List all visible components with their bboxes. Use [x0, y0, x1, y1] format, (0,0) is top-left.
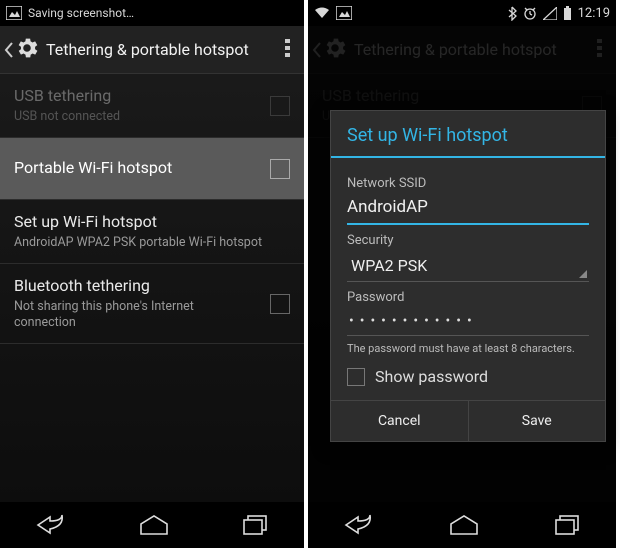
signal-icon	[543, 7, 557, 20]
dialog-title: Set up Wi-Fi hotspot	[331, 111, 605, 156]
status-text: Saving screenshot…	[28, 6, 134, 20]
cancel-button[interactable]: Cancel	[331, 401, 469, 441]
ssid-label: Network SSID	[347, 176, 589, 191]
checkbox[interactable]	[347, 368, 365, 386]
security-value: WPA2 PSK	[351, 256, 427, 275]
nav-back-button[interactable]	[36, 514, 66, 536]
dropdown-icon	[579, 270, 587, 278]
save-button[interactable]: Save	[469, 401, 606, 441]
settings-list: USB tethering USB not connected Portable…	[0, 74, 304, 502]
checkbox[interactable]	[270, 159, 290, 179]
status-bar: 12:19	[308, 0, 616, 26]
nav-bar	[0, 502, 304, 548]
nav-recent-button[interactable]	[554, 514, 580, 536]
nav-recent-button[interactable]	[242, 514, 268, 536]
alarm-icon	[523, 6, 537, 20]
row-title: USB tethering	[14, 86, 258, 107]
phone-screen-right: 12:19 Tethering & portable hotspot USB t…	[308, 0, 616, 548]
row-title: Set up Wi-Fi hotspot	[14, 212, 290, 233]
checkbox[interactable]	[270, 294, 290, 314]
security-dropdown[interactable]: WPA2 PSK	[347, 250, 589, 282]
phone-screen-left: Saving screenshot… Tethering & portable …	[0, 0, 308, 548]
clock-text: 12:19	[578, 6, 610, 21]
row-title: Portable Wi-Fi hotspot	[14, 158, 258, 179]
action-bar: Tethering & portable hotspot	[0, 26, 304, 74]
row-subtitle: AndroidAP WPA2 PSK portable Wi-Fi hotspo…	[14, 235, 290, 251]
security-label: Security	[347, 233, 589, 248]
picture-icon	[336, 6, 352, 20]
row-portable-hotspot[interactable]: Portable Wi-Fi hotspot	[0, 138, 304, 200]
row-title: Bluetooth tethering	[14, 276, 258, 297]
row-usb-tethering: USB tethering USB not connected	[0, 74, 304, 138]
chevron-left-icon	[4, 40, 14, 60]
nav-bar	[308, 502, 616, 548]
row-subtitle: Not sharing this phone's Internet connec…	[14, 299, 258, 332]
nav-home-button[interactable]	[137, 514, 171, 536]
row-bluetooth-tethering[interactable]: Bluetooth tethering Not sharing this pho…	[0, 264, 304, 344]
ssid-input[interactable]: AndroidAP	[347, 193, 589, 225]
checkbox	[270, 96, 290, 116]
page-title: Tethering & portable hotspot	[46, 40, 275, 59]
show-password-label: Show password	[375, 367, 488, 386]
nav-back-button[interactable]	[344, 514, 374, 536]
picture-icon	[6, 6, 22, 20]
show-password-toggle[interactable]: Show password	[347, 367, 589, 386]
overflow-menu-button[interactable]	[275, 28, 300, 72]
row-subtitle: USB not connected	[14, 109, 258, 125]
nav-home-button[interactable]	[447, 514, 481, 536]
gear-icon	[14, 35, 40, 65]
row-setup-hotspot[interactable]: Set up Wi-Fi hotspot AndroidAP WPA2 PSK …	[0, 200, 304, 264]
overflow-icon	[285, 38, 290, 58]
password-input[interactable]: ••••••••••••	[347, 307, 589, 336]
bluetooth-icon	[508, 6, 517, 21]
password-label: Password	[347, 290, 589, 305]
status-bar: Saving screenshot…	[0, 0, 304, 26]
dialog-setup-hotspot: Set up Wi-Fi hotspot Network SSID Androi…	[330, 110, 606, 442]
wifi-icon	[314, 6, 330, 20]
battery-icon	[563, 6, 572, 21]
password-hint: The password must have at least 8 charac…	[347, 342, 589, 355]
back-up-button[interactable]	[4, 35, 46, 65]
